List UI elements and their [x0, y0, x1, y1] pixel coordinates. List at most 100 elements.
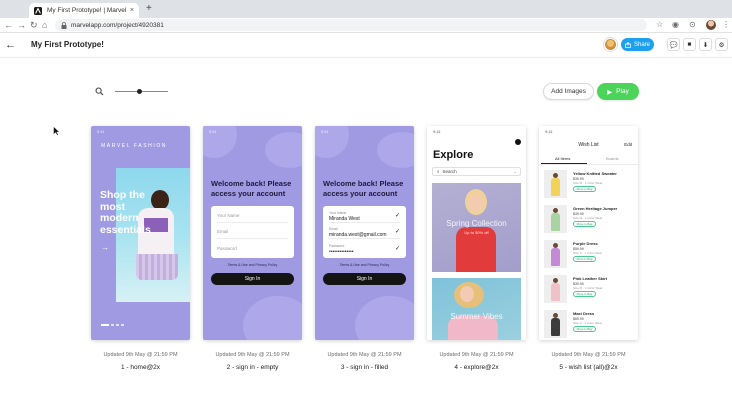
sign-in-button[interactable]: Sign In — [323, 273, 406, 285]
sign-in-form: Your Name Miranda West ✓ Email miranda.w… — [323, 206, 406, 258]
tab-all-items[interactable]: All Items — [555, 156, 570, 161]
product-meta: Size S · 1 Color Wear — [573, 321, 602, 325]
updated-timestamp: Updated 9th May @ 21:59 PM — [103, 352, 178, 358]
list-item[interactable]: Green Heritage Jumper $49.99 Size M · 1 … — [544, 205, 633, 233]
reload-icon[interactable]: ↻ — [30, 19, 38, 31]
tab-boards[interactable]: Boards — [606, 156, 619, 161]
cast-icon[interactable]: ⊙ — [689, 20, 696, 30]
password-field[interactable]: Password •••••••••••••• ✓ — [329, 241, 400, 256]
sign-in-button[interactable]: Sign In — [211, 273, 294, 285]
play-label: Play — [616, 88, 629, 95]
move-to-bag-button[interactable]: Move to Bag — [573, 256, 596, 262]
product-name: Pink Leather Skirt — [573, 276, 608, 281]
product-meta: Size M · 1 Color Wear — [573, 216, 603, 220]
screen-caption: Updated 9th May @ 21:59 PM 3 - sign in -… — [315, 352, 414, 371]
checkmark-icon: ✓ — [394, 246, 400, 252]
password-label: Password — [329, 244, 345, 248]
spring-collection-card[interactable]: Spring Collection Up to 50% off — [432, 183, 521, 272]
email-field[interactable]: Email miranda.west@gmail.com ✓ — [329, 224, 400, 239]
screen-caption: Updated 9th May @ 21:59 PM 5 - wish list… — [539, 352, 638, 371]
model-face — [460, 286, 474, 302]
explore-search-input[interactable]: ⌕ Search ⌄ — [432, 167, 521, 176]
email-value: miranda.west@gmail.com — [329, 232, 387, 238]
name-placeholder: Your Name — [217, 212, 240, 218]
password-placeholder: Password — [217, 246, 237, 251]
share-button[interactable]: Share — [621, 38, 654, 51]
screen-caption: Updated 9th May @ 21:59 PM 1 - home@2x — [91, 352, 190, 371]
tab-close-icon[interactable]: × — [130, 7, 134, 14]
comments-icon[interactable]: 💬 — [667, 38, 680, 51]
list-item[interactable]: Yellow Knitted Sweater $39.99 Size M · 1… — [544, 170, 633, 198]
share-label: Share — [633, 41, 650, 48]
screen-name[interactable]: 2 - sign in - empty — [203, 364, 302, 371]
bookmark-star-icon[interactable]: ☆ — [656, 20, 663, 30]
product-name: Purple Dress — [573, 241, 598, 246]
decor-blob — [265, 132, 302, 168]
list-item[interactable]: Purple Dress $59.99 Size S · 1 Color Wea… — [544, 240, 633, 268]
screen-thumbnail-sign-in-filled[interactable]: 9:41 Welcome back! Please access your ac… — [315, 126, 414, 340]
add-images-button[interactable]: Add Images — [543, 83, 594, 100]
move-to-bag-button[interactable]: Move to Bag — [573, 291, 596, 297]
download-icon[interactable]: ⬇ — [699, 38, 712, 51]
search-placeholder: Search — [442, 169, 457, 174]
move-to-bag-button[interactable]: Move to Bag — [573, 221, 596, 227]
product-meta: Size S · 1 Color Wear — [573, 251, 602, 255]
extension-icon[interactable]: ◉ — [672, 20, 679, 30]
terms-link[interactable]: Terms & Use and Privacy Policy — [203, 263, 302, 267]
zoom-slider-handle[interactable] — [137, 89, 143, 94]
sign-in-form: Your Name Email Password — [211, 206, 294, 258]
edit-link[interactable]: Edit — [624, 142, 632, 147]
password-field[interactable]: Password — [217, 241, 288, 256]
screen-name[interactable]: 1 - home@2x — [91, 364, 190, 371]
list-item[interactable]: Maxi Dress $69.99 Size S · 1 Color Wear … — [544, 310, 633, 338]
screen-name[interactable]: 3 - sign in - filled — [315, 364, 414, 371]
explore-title: Explore — [433, 149, 474, 161]
model-face — [469, 195, 483, 211]
address-bar[interactable]: marvelapp.com/project/4920381 — [55, 19, 647, 31]
status-bar-time: 9:41 — [97, 129, 105, 134]
decor-blob — [243, 296, 302, 340]
settings-gear-icon[interactable]: ⚙ — [715, 38, 728, 51]
browser-tab[interactable]: My First Prototype! | Marvel × — [29, 3, 139, 18]
brand-label: MARVEL FASHION — [101, 143, 168, 149]
screen-name[interactable]: 5 - wish list (all)@2x — [539, 364, 638, 371]
back-arrow-icon[interactable]: ← — [5, 38, 16, 52]
browser-forward-icon[interactable]: → — [17, 19, 26, 31]
status-bar-time: 9:41 — [209, 129, 217, 134]
name-field[interactable]: Your Name Miranda West ✓ — [329, 208, 400, 223]
browser-profile-avatar[interactable] — [706, 20, 716, 30]
move-to-bag-button[interactable]: Move to Bag — [573, 186, 596, 192]
summer-vibes-card[interactable]: Summer Vibes — [432, 278, 521, 340]
video-icon[interactable]: ■ — [683, 38, 696, 51]
move-to-bag-button[interactable]: Move to Bag — [573, 326, 596, 332]
browser-back-icon[interactable]: ← — [4, 19, 13, 31]
home-icon[interactable]: ⌂ — [42, 19, 47, 31]
product-name: Yellow Knitted Sweater — [573, 171, 617, 176]
new-tab-button[interactable]: + — [146, 3, 152, 15]
user-avatar[interactable] — [604, 38, 617, 51]
checkmark-icon: ✓ — [394, 213, 400, 219]
spring-collection-label: Spring Collection — [446, 219, 507, 228]
product-thumbnail — [544, 170, 567, 198]
decor-blob — [355, 296, 414, 340]
name-field[interactable]: Your Name — [217, 208, 288, 223]
email-field[interactable]: Email — [217, 224, 288, 239]
terms-link[interactable]: Terms & Use and Privacy Policy — [315, 263, 414, 267]
screen-thumbnail-home[interactable]: 9:41 MARVEL FASHION Shop the most modern… — [91, 126, 190, 340]
screen-thumbnail-sign-in-empty[interactable]: 9:41 Welcome back! Please access your ac… — [203, 126, 302, 340]
name-label: Your Name — [329, 211, 347, 215]
tab-title: My First Prototype! | Marvel — [47, 7, 127, 14]
bag-icon — [515, 139, 521, 145]
checkmark-icon: ✓ — [394, 229, 400, 235]
play-button[interactable]: ▶ Play — [597, 83, 639, 100]
product-name: Green Heritage Jumper — [573, 206, 618, 211]
list-item[interactable]: Pink Leather Skirt $39.99 Size M · 1 Col… — [544, 275, 633, 303]
product-thumbnail — [544, 310, 567, 338]
browser-menu-icon[interactable]: ⋮ — [722, 20, 730, 30]
active-tab-underline — [541, 163, 587, 164]
screen-thumbnail-explore[interactable]: 9:41 Explore ⌕ Search ⌄ Spring Collectio… — [427, 126, 526, 340]
wish-list-header: Wish List — [578, 142, 599, 148]
screen-name[interactable]: 4 - explore@2x — [427, 364, 526, 371]
project-title: My First Prototype! — [31, 40, 104, 49]
screen-thumbnail-wish-list[interactable]: 9:41 Wish List Edit All Items Boards Yel… — [539, 126, 638, 340]
